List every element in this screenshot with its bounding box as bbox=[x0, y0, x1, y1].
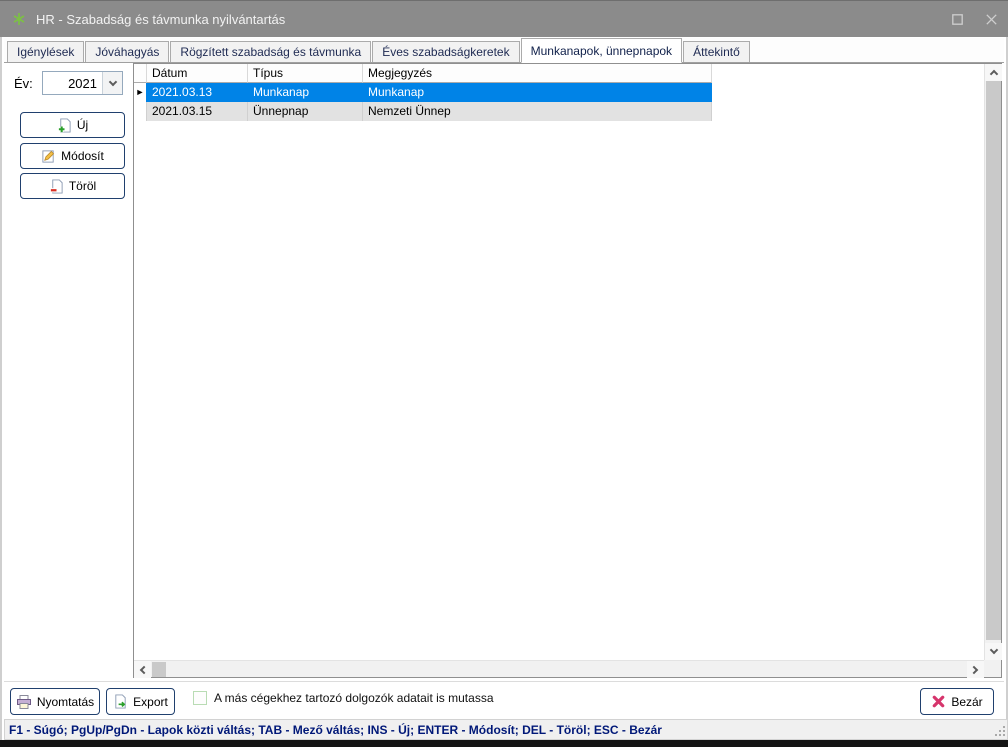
maximize-button[interactable] bbox=[940, 1, 974, 38]
status-bar: F1 - Súgó; PgUp/PgDn - Lapok közti váltá… bbox=[4, 719, 1008, 740]
print-button-label: Nyomtatás bbox=[37, 695, 94, 709]
row-selection-marker: ► bbox=[134, 83, 147, 102]
scroll-up-button[interactable] bbox=[985, 64, 1002, 81]
scroll-down-button[interactable] bbox=[985, 643, 1002, 660]
checkbox-label: A más cégekhez tartozó dolgozók adatait … bbox=[214, 691, 494, 705]
delete-button-label: Töröl bbox=[69, 179, 96, 193]
vertical-scroll-thumb[interactable] bbox=[986, 81, 1001, 640]
close-icon bbox=[984, 12, 999, 27]
tab-strip: Igénylések Jóváhagyás Rögzített szabadsá… bbox=[4, 38, 1004, 63]
chevron-down-icon bbox=[108, 77, 116, 85]
new-button[interactable]: Új bbox=[20, 112, 125, 138]
printer-icon bbox=[16, 694, 32, 710]
window-title: HR - Szabadság és távmunka nyilvántartás bbox=[36, 12, 285, 27]
cell-date: 2021.03.15 bbox=[147, 102, 248, 121]
close-button[interactable] bbox=[974, 1, 1008, 38]
maximize-icon bbox=[950, 12, 965, 27]
horizontal-scrollbar[interactable] bbox=[134, 660, 984, 677]
year-combobox[interactable]: 2021 bbox=[42, 71, 123, 95]
column-header-megjegyzes[interactable]: Megjegyzés bbox=[363, 64, 712, 83]
cell-type: Ünnepnap bbox=[248, 102, 363, 121]
scroll-up-icon bbox=[989, 70, 997, 78]
dialog-body: Igénylések Jóváhagyás Rögzített szabadsá… bbox=[0, 37, 1008, 740]
cell-comment: Munkanap bbox=[363, 83, 712, 102]
resize-grip-icon[interactable] bbox=[995, 726, 1005, 736]
cell-date: 2021.03.13 bbox=[147, 83, 248, 102]
modify-button[interactable]: Módosít bbox=[20, 143, 125, 169]
indicator-header-cell bbox=[134, 64, 147, 83]
tab-jovahagyas[interactable]: Jóváhagyás bbox=[85, 41, 169, 62]
tab-igenylesek[interactable]: Igénylések bbox=[7, 41, 84, 62]
tab-eves-szabadsagkeretek[interactable]: Éves szabadságkeretek bbox=[372, 41, 519, 62]
column-header-tipus[interactable]: Típus bbox=[248, 64, 363, 83]
combo-drop-button[interactable] bbox=[102, 72, 122, 94]
horizontal-scroll-thumb[interactable] bbox=[152, 662, 166, 677]
close-dialog-button[interactable]: Bezár bbox=[920, 688, 994, 715]
table-row[interactable]: ► 2021.03.13 Munkanap Munkanap bbox=[134, 83, 984, 102]
status-bar-text: F1 - Súgó; PgUp/PgDn - Lapok közti váltá… bbox=[9, 723, 662, 737]
app-icon bbox=[11, 11, 27, 27]
tab-munkanapok-unnepnapok[interactable]: Munkanapok, ünnepnapok bbox=[521, 38, 682, 63]
delete-button[interactable]: Töröl bbox=[20, 173, 125, 199]
remove-page-icon bbox=[49, 179, 64, 194]
red-x-icon bbox=[931, 694, 946, 709]
app-window: HR - Szabadság és távmunka nyilvántartás… bbox=[0, 0, 1008, 747]
export-button-label: Export bbox=[133, 695, 168, 709]
table-row[interactable]: 2021.03.15 Ünnepnap Nemzeti Ünnep bbox=[134, 102, 984, 121]
tab-attekinto[interactable]: Áttekintő bbox=[683, 41, 750, 62]
scroll-down-icon bbox=[989, 646, 997, 654]
tab-rogzitett-szabadsag[interactable]: Rögzített szabadság és távmunka bbox=[170, 41, 371, 62]
cell-comment: Nemzeti Ünnep bbox=[363, 102, 712, 121]
close-button-label: Bezár bbox=[951, 695, 982, 709]
scroll-right-icon bbox=[970, 665, 978, 673]
print-button[interactable]: Nyomtatás bbox=[10, 688, 100, 715]
holidays-grid: Dátum Típus Megjegyzés ► 2021.03.13 Munk… bbox=[133, 63, 1002, 678]
row-indicator-cell bbox=[134, 102, 147, 121]
export-button[interactable]: Export bbox=[106, 688, 175, 715]
year-value: 2021 bbox=[43, 72, 102, 94]
modify-button-label: Módosít bbox=[61, 149, 104, 163]
footer-bar: Nyomtatás Export A más cégekhez tartozó … bbox=[4, 681, 1004, 719]
titlebar: HR - Szabadság és távmunka nyilvántartás bbox=[0, 0, 1008, 37]
export-icon bbox=[113, 694, 128, 709]
vertical-scrollbar[interactable] bbox=[984, 64, 1001, 660]
grid-header-row: Dátum Típus Megjegyzés bbox=[134, 64, 984, 83]
other-companies-checkbox-row: A más cégekhez tartozó dolgozók adatait … bbox=[193, 691, 494, 705]
other-companies-checkbox[interactable] bbox=[193, 691, 207, 705]
edit-pencil-icon bbox=[41, 149, 56, 164]
scroll-right-button[interactable] bbox=[967, 661, 984, 678]
scrollbar-corner bbox=[984, 660, 1001, 677]
column-header-datum[interactable]: Dátum bbox=[147, 64, 248, 83]
cell-type: Munkanap bbox=[248, 83, 363, 102]
scroll-left-icon bbox=[140, 665, 148, 673]
add-page-icon bbox=[57, 118, 72, 133]
scroll-left-button[interactable] bbox=[134, 661, 151, 678]
new-button-label: Új bbox=[77, 118, 88, 132]
grid-table: Dátum Típus Megjegyzés ► 2021.03.13 Munk… bbox=[134, 64, 984, 660]
year-label: Év: bbox=[14, 76, 33, 91]
